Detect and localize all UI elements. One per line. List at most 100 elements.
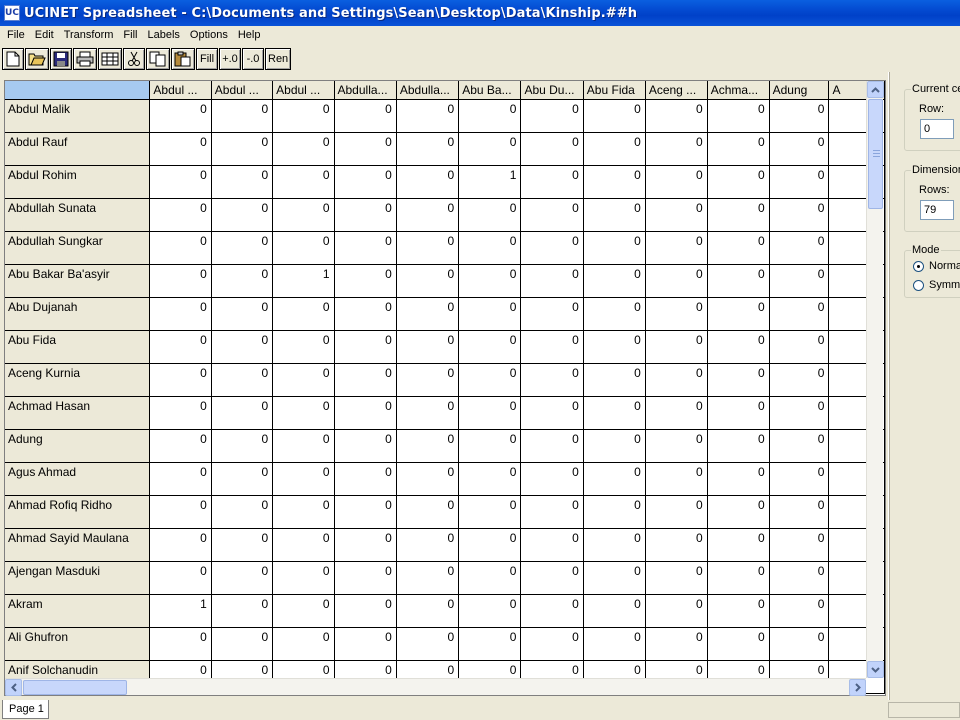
grid-cell[interactable]: 0	[272, 132, 335, 166]
grid-cell[interactable]: 0	[334, 528, 397, 562]
grid-cell[interactable]: 0	[149, 396, 212, 430]
grid-cell[interactable]: 0	[520, 594, 584, 628]
grid-cell[interactable]: 0	[396, 132, 460, 166]
grid-cell[interactable]: 0	[272, 330, 335, 364]
grid-cell[interactable]: 0	[583, 528, 646, 562]
menu-file[interactable]: File	[2, 29, 30, 41]
grid-cell[interactable]: 0	[707, 132, 770, 166]
sheet-tab-page-1[interactable]: Page 1	[2, 700, 49, 719]
scroll-down-button[interactable]	[867, 661, 884, 678]
grid-cell[interactable]: 0	[583, 330, 646, 364]
grid-cell[interactable]: 0	[149, 627, 212, 661]
grid-cell[interactable]: 0	[211, 132, 274, 166]
grid-cell[interactable]: 0	[458, 297, 522, 331]
menu-transform[interactable]: Transform	[59, 29, 119, 41]
grid-cell[interactable]: 0	[211, 231, 274, 265]
grid-cell[interactable]: 0	[334, 627, 397, 661]
column-header[interactable]: Abdulla...	[396, 81, 460, 100]
grid-cell[interactable]: 0	[211, 99, 274, 133]
grid-cell[interactable]: 0	[645, 330, 708, 364]
grid-cell[interactable]: 0	[396, 528, 460, 562]
grid-cell[interactable]: 1	[458, 165, 522, 199]
grid-cell[interactable]: 0	[520, 132, 584, 166]
grid-cell[interactable]: 0	[645, 363, 708, 397]
grid-cell[interactable]: 0	[334, 198, 397, 232]
grid-cell[interactable]: 0	[707, 99, 770, 133]
grid-cell[interactable]: 0	[645, 99, 708, 133]
column-header[interactable]: Abu Du...	[520, 81, 584, 100]
grid-cell[interactable]: 0	[396, 462, 460, 496]
grid-cell[interactable]: 0	[645, 264, 708, 298]
row-header[interactable]: Achmad Hasan	[5, 396, 151, 430]
grid-cell[interactable]: 0	[396, 429, 460, 463]
grid-cell[interactable]: 0	[769, 528, 830, 562]
horizontal-scrollbar[interactable]	[5, 678, 866, 696]
grid-cell[interactable]: 0	[272, 429, 335, 463]
grid-cell[interactable]: 0	[769, 132, 830, 166]
grid-cell[interactable]: 0	[272, 198, 335, 232]
grid-cell[interactable]: 0	[334, 132, 397, 166]
grid-cell[interactable]: 0	[769, 363, 830, 397]
grid-cell[interactable]: 0	[334, 462, 397, 496]
grid-cell[interactable]: 0	[520, 330, 584, 364]
grid-cell[interactable]: 0	[272, 99, 335, 133]
grid-cell[interactable]: 0	[149, 99, 212, 133]
grid-cell[interactable]: 0	[583, 462, 646, 496]
grid-cell[interactable]: 0	[149, 198, 212, 232]
row-header[interactable]: Abdul Rohim	[5, 165, 151, 199]
grid-cell[interactable]: 0	[520, 396, 584, 430]
grid-cell[interactable]: 0	[458, 132, 522, 166]
grid-cell[interactable]: 0	[396, 495, 460, 529]
grid-cell[interactable]: 0	[458, 495, 522, 529]
grid-cell[interactable]: 0	[458, 396, 522, 430]
grid-cell[interactable]: 0	[707, 462, 770, 496]
grid-cell[interactable]: 0	[769, 99, 830, 133]
grid-cell[interactable]: 0	[272, 561, 335, 595]
grid-cell[interactable]: 0	[583, 561, 646, 595]
column-header[interactable]: Abdulla...	[334, 81, 397, 100]
grid-cell[interactable]: 0	[520, 429, 584, 463]
row-header[interactable]: Ahmad Sayid Maulana	[5, 528, 151, 562]
grid-cell[interactable]: 0	[583, 429, 646, 463]
grid-cell[interactable]: 0	[396, 561, 460, 595]
grid-cell[interactable]: 0	[520, 198, 584, 232]
grid-cell[interactable]: 0	[272, 363, 335, 397]
grid-cell[interactable]: 0	[645, 165, 708, 199]
grid-cell[interactable]: 0	[707, 231, 770, 265]
open-folder-button[interactable]	[25, 48, 49, 70]
grid-cell[interactable]: 0	[211, 165, 274, 199]
grid-cell[interactable]: 0	[769, 561, 830, 595]
grid-cell[interactable]: 0	[149, 462, 212, 496]
grid-cell[interactable]: 0	[149, 561, 212, 595]
column-header[interactable]: Abdul ...	[149, 81, 212, 100]
grid-cell[interactable]: 0	[645, 396, 708, 430]
mode-symmetric-radio[interactable]: Symme	[913, 279, 960, 291]
row-header[interactable]: Adung	[5, 429, 151, 463]
grid-cell[interactable]: 0	[149, 132, 212, 166]
grid-cell[interactable]: 0	[458, 627, 522, 661]
grid-cell[interactable]: 0	[769, 297, 830, 331]
grid-cell[interactable]: 0	[149, 429, 212, 463]
grid-cell[interactable]: 0	[458, 99, 522, 133]
column-header[interactable]: Abu Fida	[583, 81, 646, 100]
row-header[interactable]: Abdul Malik	[5, 99, 151, 133]
row-header[interactable]: Abdul Rauf	[5, 132, 151, 166]
grid-cell[interactable]: 0	[211, 297, 274, 331]
grid-cell[interactable]: 0	[645, 132, 708, 166]
grid-cell[interactable]: 0	[520, 363, 584, 397]
grid-cell[interactable]: 0	[707, 528, 770, 562]
grid-cell[interactable]: 0	[396, 594, 460, 628]
grid-cell[interactable]: 0	[458, 363, 522, 397]
grid-cell[interactable]: 0	[520, 297, 584, 331]
grid-cell[interactable]: 0	[769, 231, 830, 265]
grid-cell[interactable]: 0	[583, 99, 646, 133]
grid-cell[interactable]: 0	[272, 495, 335, 529]
grid-cell[interactable]: 0	[520, 165, 584, 199]
grid-cell[interactable]: 0	[769, 165, 830, 199]
grid-cell[interactable]: 0	[520, 99, 584, 133]
grid-cell[interactable]: 0	[396, 297, 460, 331]
scroll-up-button[interactable]	[867, 81, 884, 98]
grid-cell[interactable]: 0	[769, 495, 830, 529]
column-header[interactable]: Abdul ...	[211, 81, 274, 100]
grid-cell[interactable]: 0	[769, 462, 830, 496]
